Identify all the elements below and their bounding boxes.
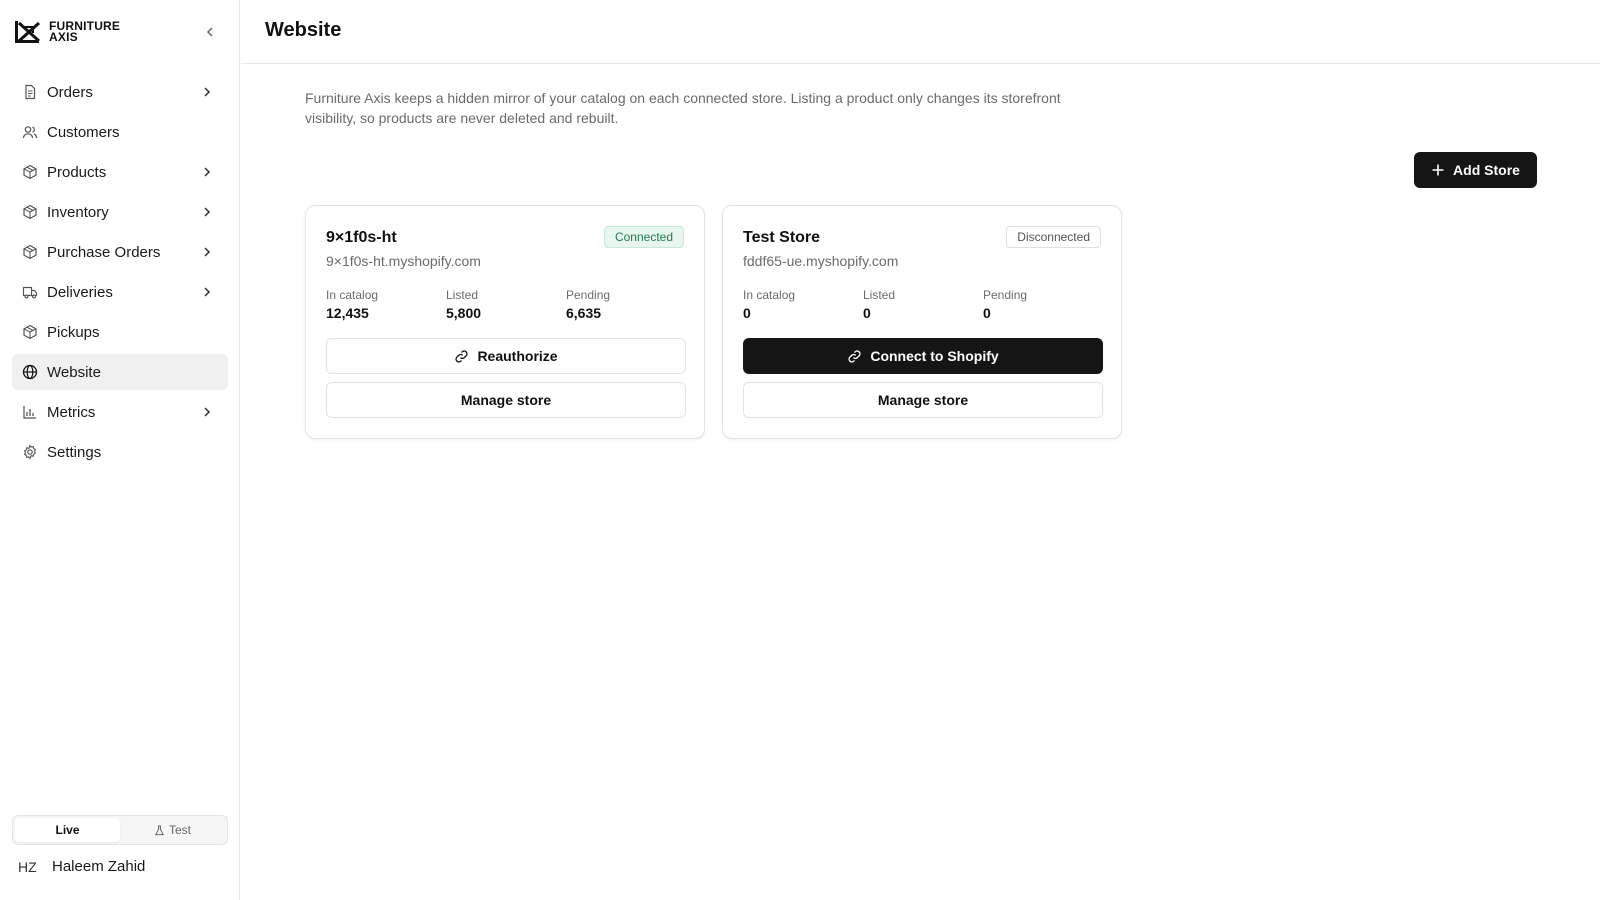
box-icon xyxy=(22,204,38,220)
stat-pending: Pending 0 xyxy=(983,288,1103,321)
document-icon xyxy=(22,84,38,100)
chevron-right-icon xyxy=(204,167,211,177)
env-live-option[interactable]: Live xyxy=(15,818,120,842)
sidebar-item-inventory[interactable]: Inventory xyxy=(12,194,228,230)
link-icon xyxy=(848,349,861,363)
collapse-sidebar-button[interactable] xyxy=(200,22,220,42)
stat-value: 0 xyxy=(863,305,871,321)
brand-logo[interactable]: FURNITURE AXIS xyxy=(13,17,120,47)
sidebar-item-label: Products xyxy=(47,163,107,181)
sidebar-item-deliveries[interactable]: Deliveries xyxy=(12,274,228,310)
store-name: Test Store xyxy=(743,229,821,246)
store-card: Test Store fddf65-ue.myshopify.com Disco… xyxy=(722,205,1122,439)
globe-icon xyxy=(22,364,38,380)
store-stats: In catalog 0 Listed 0 Pending 0 xyxy=(743,288,1103,321)
sidebar-item-label: Purchase Orders xyxy=(47,243,161,261)
intro-text: Furniture Axis keeps a hidden mirror of … xyxy=(305,90,1061,126)
sidebar-item-orders[interactable]: Orders xyxy=(12,74,228,110)
sidebar-item-website[interactable]: Website xyxy=(12,354,228,390)
stat-value: 12,435 xyxy=(326,305,369,321)
manage-store-button[interactable]: Manage store xyxy=(743,382,1103,418)
user-profile[interactable]: HZ Haleem Zahid xyxy=(18,858,145,875)
button-label: Reauthorize xyxy=(477,348,558,364)
env-test-option[interactable]: Test xyxy=(120,818,225,842)
stat-in-catalog: In catalog 12,435 xyxy=(326,288,446,321)
page-header: Website xyxy=(241,0,1600,64)
page-title: Website xyxy=(265,19,342,41)
sidebar-item-metrics[interactable]: Metrics xyxy=(12,394,228,430)
sidebar-item-label: Customers xyxy=(47,123,120,141)
sidebar-item-label: Deliveries xyxy=(47,283,113,301)
sidebar-nav: Orders Customers Products Inventory Purc… xyxy=(12,74,228,474)
store-domain: 9×1f0s-ht.myshopify.com xyxy=(326,253,481,269)
brand-name: FURNITURE AXIS xyxy=(49,20,120,44)
bar-chart-icon xyxy=(22,404,38,420)
stat-value: 6,635 xyxy=(566,305,602,321)
chevron-right-icon xyxy=(204,407,211,417)
reauthorize-button[interactable]: Reauthorize xyxy=(326,338,686,374)
sidebar-item-label: Inventory xyxy=(47,203,109,221)
sidebar-item-products[interactable]: Products xyxy=(12,154,228,190)
sidebar: FURNITURE AXIS Orders Customers Products… xyxy=(0,0,240,900)
store-card: 9×1f0s-ht 9×1f0s-ht.myshopify.com Connec… xyxy=(305,205,705,439)
connect-to-shopify-button[interactable]: Connect to Shopify xyxy=(743,338,1103,374)
env-test-label: Test xyxy=(168,823,191,837)
box-icon xyxy=(22,324,38,340)
gear-icon xyxy=(22,444,38,460)
sidebar-item-settings[interactable]: Settings xyxy=(12,434,228,470)
add-store-button[interactable]: Add Store xyxy=(1414,152,1537,188)
sidebar-item-label: Website xyxy=(47,363,101,381)
furniture-axis-logo-icon xyxy=(15,21,41,43)
stat-in-catalog: In catalog 0 xyxy=(743,288,863,321)
store-name: 9×1f0s-ht xyxy=(326,229,397,246)
stat-label: Listed xyxy=(863,288,896,302)
button-label: Manage store xyxy=(877,392,969,408)
store-domain: fddf65-ue.myshopify.com xyxy=(743,253,899,269)
chevron-right-icon xyxy=(204,247,211,257)
stat-listed: Listed 0 xyxy=(863,288,983,321)
chevron-right-icon xyxy=(204,87,211,97)
stat-label: Pending xyxy=(566,288,611,302)
stat-pending: Pending 6,635 xyxy=(566,288,686,321)
environment-toggle: Live Test xyxy=(12,815,228,845)
chevron-right-icon xyxy=(204,207,211,217)
stat-label: Listed xyxy=(446,288,479,302)
status-badge: Disconnected xyxy=(1006,226,1101,248)
sidebar-item-label: Orders xyxy=(47,83,93,101)
flask-icon xyxy=(155,824,164,835)
stat-value: 5,800 xyxy=(446,305,482,321)
sidebar-item-purchase-orders[interactable]: Purchase Orders xyxy=(12,234,228,270)
button-label: Manage store xyxy=(460,392,552,408)
sidebar-item-customers[interactable]: Customers xyxy=(12,114,228,150)
box-icon xyxy=(22,164,38,180)
sidebar-item-label: Pickups xyxy=(47,323,100,341)
sidebar-item-label: Settings xyxy=(47,443,102,461)
stat-value: 0 xyxy=(743,305,751,321)
stat-listed: Listed 5,800 xyxy=(446,288,566,321)
button-label: Connect to Shopify xyxy=(870,348,999,364)
manage-store-button[interactable]: Manage store xyxy=(326,382,686,418)
sidebar-item-label: Metrics xyxy=(47,403,96,421)
stat-label: Pending xyxy=(983,288,1028,302)
add-store-label: Add Store xyxy=(1453,162,1520,178)
link-icon xyxy=(455,349,468,363)
stat-label: In catalog xyxy=(743,288,796,302)
stat-value: 0 xyxy=(983,305,991,321)
brand-line-2: AXIS xyxy=(49,30,78,44)
sidebar-item-pickups[interactable]: Pickups xyxy=(12,314,228,350)
truck-icon xyxy=(22,284,38,300)
user-name: Haleem Zahid xyxy=(52,858,146,875)
stat-label: In catalog xyxy=(326,288,379,302)
chevron-right-icon xyxy=(204,287,211,297)
users-icon xyxy=(22,124,38,140)
avatar: HZ xyxy=(18,858,37,875)
plus-icon xyxy=(1432,164,1444,176)
box-icon xyxy=(22,244,38,260)
store-stats: In catalog 12,435 Listed 5,800 Pending 6… xyxy=(326,288,686,321)
chevron-left-icon xyxy=(206,27,213,37)
status-badge: Connected xyxy=(603,226,684,248)
